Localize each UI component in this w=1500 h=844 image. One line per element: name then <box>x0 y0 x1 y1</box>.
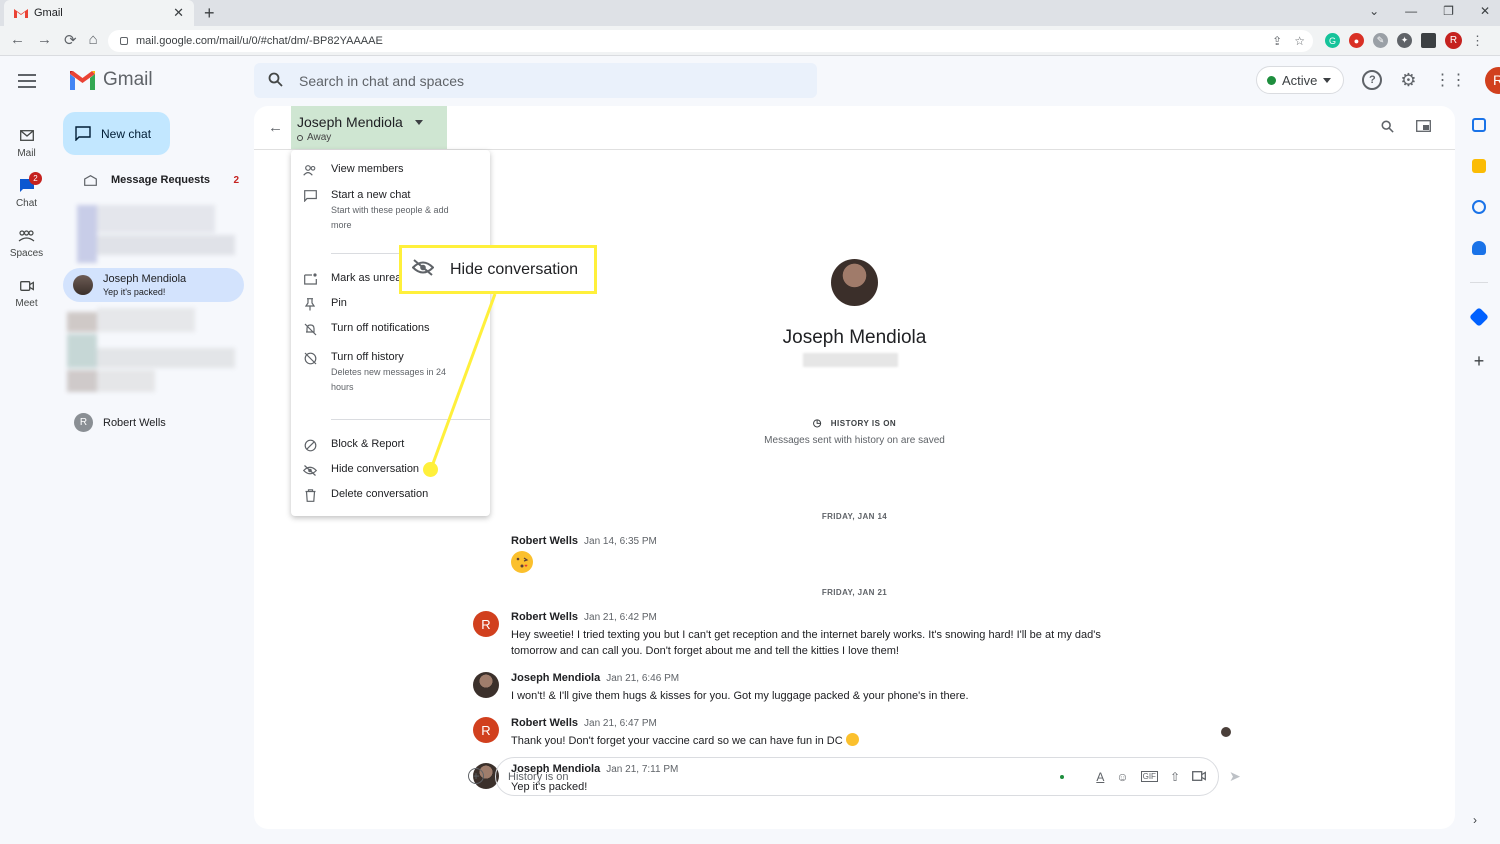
callout-target-dot <box>423 462 438 477</box>
callout-pointer-line <box>429 293 497 470</box>
callout-label: Hide conversation <box>450 260 579 278</box>
eye-off-icon <box>411 258 435 281</box>
hide-conversation-callout: Hide conversation <box>399 245 597 294</box>
